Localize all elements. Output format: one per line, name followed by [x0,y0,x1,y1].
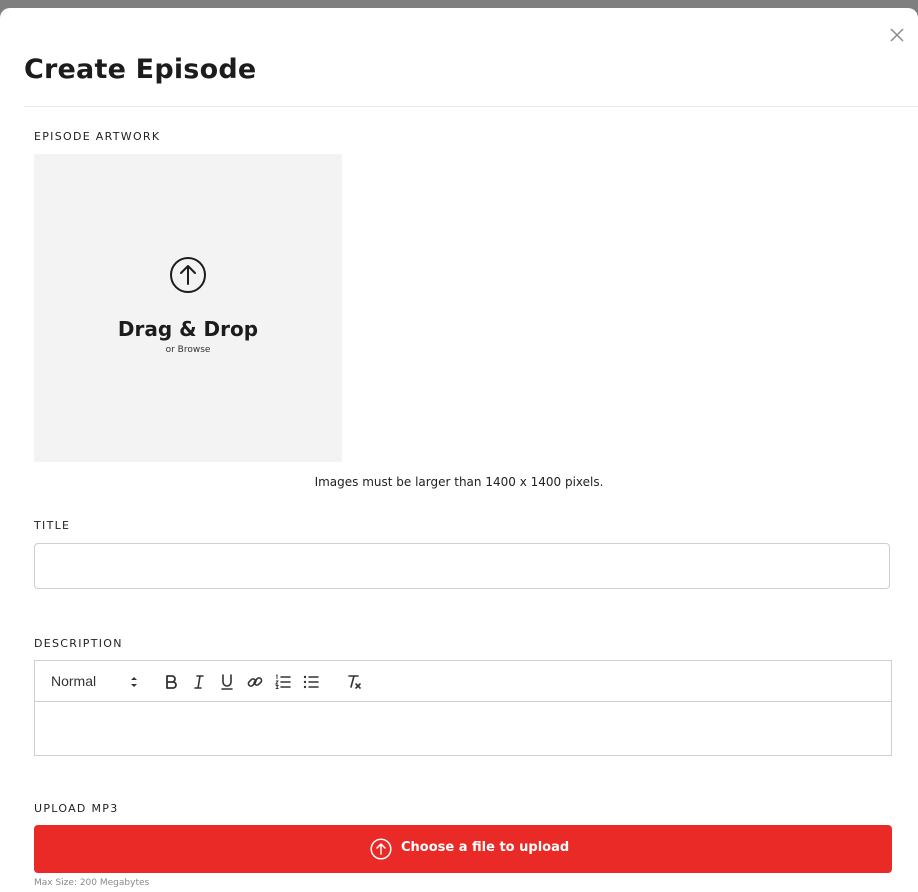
description-editor: Normal [34,660,892,756]
editor-toolbar: Normal [35,661,891,702]
artwork-size-hint: Images must be larger than 1400 x 1400 p… [314,475,604,489]
close-button[interactable] [888,26,906,44]
upload-arrow-icon [370,838,392,860]
choose-file-label: Choose a file to upload [401,840,570,855]
italic-button[interactable] [189,672,209,692]
description-label: DESCRIPTION [34,637,123,650]
format-select-value: Normal [51,673,97,689]
select-arrows-icon [131,677,137,687]
create-episode-modal: Create Episode EPISODE ARTWORK Drag & Dr… [0,8,918,892]
title-label: TITLE [34,519,71,532]
bullet-list-button[interactable] [301,672,321,692]
drag-drop-title: Drag & Drop [117,317,259,341]
format-select[interactable]: Normal [51,673,139,691]
page-title: Create Episode [24,54,257,85]
artwork-dropzone[interactable]: Drag & Drop or Browse [34,154,342,462]
episode-artwork-label: EPISODE ARTWORK [34,130,161,143]
clear-format-icon [348,675,361,689]
link-icon [247,677,263,687]
underline-icon [221,674,233,690]
close-icon[interactable] [888,26,906,44]
italic-icon [194,675,204,689]
title-input[interactable] [34,543,890,589]
bullet-list-icon [303,675,319,689]
bold-icon [166,675,177,689]
clear-format-button[interactable] [344,672,364,692]
upload-mp3-label: UPLOAD MP3 [34,802,119,815]
upload-arrow-icon [170,257,206,293]
underline-button[interactable] [217,672,237,692]
bold-button[interactable] [161,672,181,692]
choose-file-button[interactable]: Choose a file to upload [34,825,892,873]
browse-link[interactable]: or Browse [34,345,342,355]
link-button[interactable] [245,672,265,692]
ordered-list-button[interactable] [273,672,293,692]
description-input[interactable] [35,702,891,755]
ordered-list-icon [274,674,291,689]
max-size-note: Max Size: 200 Megabytes [34,878,150,888]
header-divider [24,106,918,107]
